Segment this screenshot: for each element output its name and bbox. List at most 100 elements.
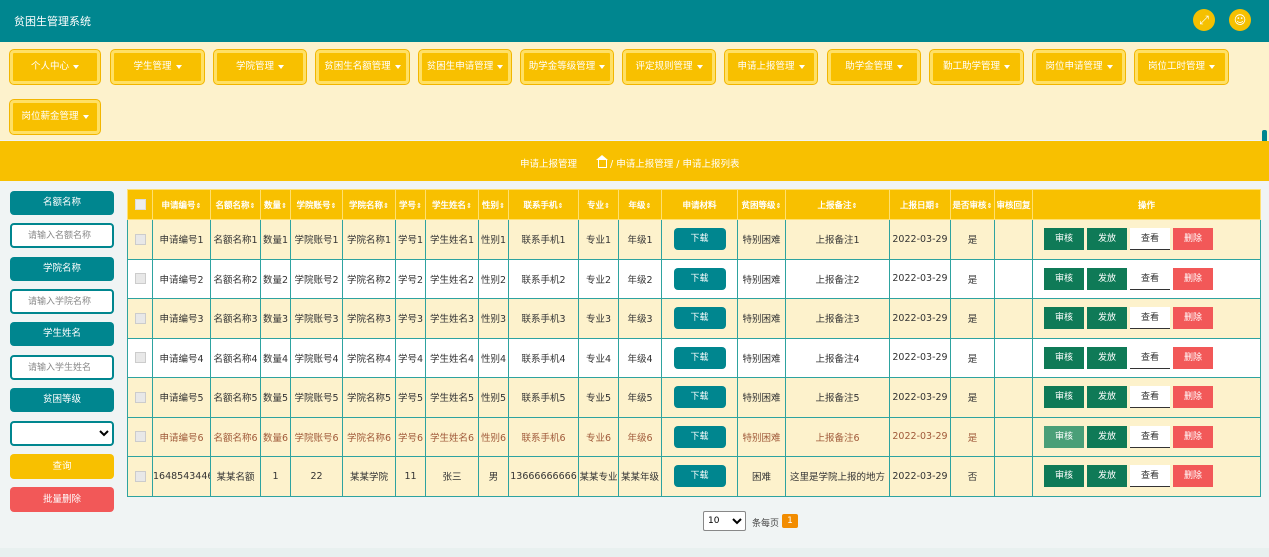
column-header[interactable]: 专业⇕ [578,189,619,220]
nav-item-grant-level[interactable]: 助学金等级管理 [521,50,613,84]
table-cell: 数量6 [260,416,291,457]
nav-item-work-study[interactable]: 勤工助学管理 [930,50,1023,84]
row-checkbox[interactable] [134,431,146,443]
delete-button[interactable]: 删除 [1173,267,1213,290]
column-header[interactable]: 学生姓名⇕ [425,189,479,220]
nav-item-post-apply[interactable]: 岗位申请管理 [1033,50,1125,84]
download-button[interactable]: 下载 [673,307,726,330]
download-button[interactable]: 下载 [673,386,726,409]
nav-item-personal-center[interactable]: 个人中心 [10,50,100,84]
column-header[interactable]: 数量⇕ [260,189,291,220]
column-header[interactable]: 学院名称⇕ [342,189,396,220]
column-header[interactable]: 学院账号⇕ [290,189,343,220]
audit-button[interactable]: 审核 [1044,267,1084,290]
column-header[interactable]: 上报备注⇕ [785,189,890,220]
table-cell: 否 [950,456,995,497]
issue-button[interactable]: 发放 [1087,228,1127,251]
audit-button[interactable]: 审核 [1044,228,1084,251]
row-checkbox[interactable] [134,352,146,364]
column-header[interactable]: 名额名称⇕ [210,189,261,220]
nav-item-report[interactable]: 申请上报管理 [725,50,817,84]
student-name-input[interactable] [10,355,114,380]
sort-icon[interactable]: ⇕ [499,202,505,210]
audit-button[interactable]: 审核 [1044,465,1084,488]
audit-button[interactable]: 审核 [1044,346,1084,369]
delete-button[interactable]: 删除 [1173,425,1213,448]
delete-button[interactable]: 删除 [1173,307,1213,330]
sort-icon[interactable]: ⇕ [852,202,858,210]
download-button[interactable]: 下载 [673,465,726,488]
nav-item-grant[interactable]: 助学金管理 [828,50,920,84]
view-button[interactable]: 查看 [1130,386,1170,409]
quota-name-input[interactable] [10,223,114,248]
row-checkbox[interactable] [134,312,146,324]
download-button[interactable]: 下载 [673,267,726,290]
poverty-level-select[interactable] [10,421,114,446]
column-header[interactable]: 上报日期⇕ [889,189,951,220]
sort-icon[interactable]: ⇕ [416,202,422,210]
nav-item-students[interactable]: 学生管理 [111,50,204,84]
column-header[interactable]: 性别⇕ [478,189,509,220]
view-button[interactable]: 查看 [1130,425,1170,448]
row-checkbox[interactable] [134,233,146,245]
view-button[interactable]: 查看 [1130,465,1170,488]
sort-icon[interactable]: ⇕ [281,202,287,210]
row-checkbox[interactable] [134,470,146,482]
home-icon[interactable] [596,155,608,168]
page-number-1[interactable]: 1 [782,514,798,528]
nav-item-application[interactable]: 贫困生申请管理 [419,50,511,84]
sort-icon[interactable]: ⇕ [466,202,472,210]
sort-icon[interactable]: ⇕ [250,202,256,210]
delete-button[interactable]: 删除 [1173,465,1213,488]
delete-button[interactable]: 删除 [1173,346,1213,369]
row-checkbox[interactable] [134,391,146,403]
view-button[interactable]: 查看 [1130,346,1170,369]
user-icon[interactable]: ☺ [1229,9,1251,31]
issue-button[interactable]: 发放 [1087,307,1127,330]
download-button[interactable]: 下载 [673,228,726,251]
sort-icon[interactable]: ⇕ [604,202,610,210]
query-button[interactable]: 查询 [10,454,114,479]
college-name-input[interactable] [10,289,114,314]
nav-item-colleges[interactable]: 学院管理 [214,50,306,84]
sort-icon[interactable]: ⇕ [558,202,564,210]
sort-icon[interactable]: ⇕ [776,202,782,210]
audit-button[interactable]: 审核 [1044,386,1084,409]
column-header[interactable]: 是否审核⇕ [950,189,995,220]
sort-icon[interactable]: ⇕ [987,202,993,210]
download-button[interactable]: 下载 [673,346,726,369]
sort-icon[interactable]: ⇕ [646,202,652,210]
column-header[interactable]: 学号⇕ [395,189,426,220]
view-button[interactable]: 查看 [1130,228,1170,251]
column-header[interactable]: 年级⇕ [618,189,662,220]
column-header[interactable]: 贫困等级⇕ [737,189,786,220]
table-cell: 上报备注5 [785,377,890,418]
issue-button[interactable]: 发放 [1087,346,1127,369]
page-size-select[interactable]: 10 [703,511,746,531]
row-checkbox[interactable] [134,273,146,285]
nav-item-post-hours[interactable]: 岗位工时管理 [1135,50,1228,84]
view-button[interactable]: 查看 [1130,267,1170,290]
download-button[interactable]: 下载 [673,425,726,448]
fullscreen-icon[interactable]: ⤢ [1193,9,1215,31]
issue-button[interactable]: 发放 [1087,386,1127,409]
column-header[interactable]: 申请编号⇕ [152,189,211,220]
sort-icon[interactable]: ⇕ [383,202,389,210]
delete-button[interactable]: 删除 [1173,228,1213,251]
issue-button[interactable]: 发放 [1087,465,1127,488]
sort-icon[interactable]: ⇕ [331,202,337,210]
sort-icon[interactable]: ⇕ [196,202,202,210]
audit-button[interactable]: 审核 [1044,307,1084,330]
nav-item-rules[interactable]: 评定规则管理 [623,50,715,84]
column-header[interactable]: 联系手机⇕ [508,189,579,220]
select-all-checkbox[interactable] [134,199,146,210]
audit-button[interactable]: 审核 [1044,425,1084,448]
issue-button[interactable]: 发放 [1087,267,1127,290]
delete-button[interactable]: 删除 [1173,386,1213,409]
batch-delete-button[interactable]: 批量删除 [10,487,114,512]
nav-item-quota[interactable]: 贫困生名额管理 [316,50,409,84]
nav-item-post-salary[interactable]: 岗位薪金管理 [10,100,100,134]
sort-icon[interactable]: ⇕ [934,202,940,210]
view-button[interactable]: 查看 [1130,307,1170,330]
issue-button[interactable]: 发放 [1087,425,1127,448]
